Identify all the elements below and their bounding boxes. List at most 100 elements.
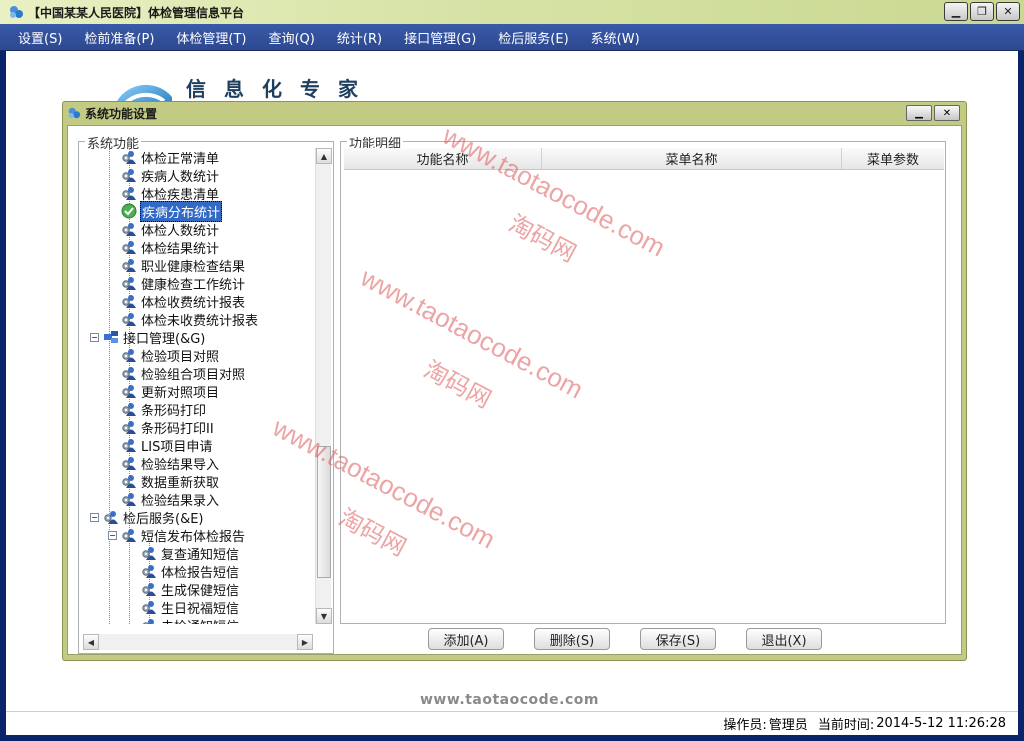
tree-node[interactable]: 检验结果录入 bbox=[121, 490, 220, 509]
tree-node[interactable]: 检验组合项目对照 bbox=[121, 364, 246, 383]
tree-node-label: 条形码打印II bbox=[141, 421, 214, 437]
dialog-body: 系统功能 体检正常清单 疾病人数统计 体检疾患清单 疾病分布统计 体检人数统计 体检结果统… bbox=[67, 125, 962, 655]
add-button[interactable]: 添加(A) bbox=[428, 628, 504, 650]
tree-node[interactable]: 生成保健短信 bbox=[141, 580, 240, 599]
close-button[interactable]: ✕ bbox=[996, 2, 1020, 21]
tree-node-label: 体检结果统计 bbox=[141, 241, 220, 257]
tree-node[interactable]: 未检通知短信 bbox=[141, 616, 240, 624]
menu-exam-management[interactable]: 体检管理(T) bbox=[176, 28, 246, 47]
system-functions-group: 系统功能 体检正常清单 疾病人数统计 体检疾患清单 疾病分布统计 体检人数统计 体检结果统… bbox=[78, 133, 334, 654]
menu-pre-exam[interactable]: 检前准备(P) bbox=[84, 28, 154, 47]
menu-system[interactable]: 系统(W) bbox=[591, 28, 640, 47]
tree-node[interactable]: 体检未收费统计报表 bbox=[121, 310, 259, 329]
gear-person-icon bbox=[122, 367, 136, 380]
statusbar: 操作员: 管理员 当前时间: 2014-5-12 11:26:28 bbox=[6, 711, 1018, 735]
window-title: 【中国某某人民医院】体检管理信息平台 bbox=[28, 5, 245, 20]
tree-node-label: 条形码打印 bbox=[141, 403, 207, 419]
tree-node[interactable]: 健康检查工作统计 bbox=[121, 274, 246, 293]
tree-node-label: 接口管理(&G) bbox=[123, 331, 206, 347]
gear-person-icon bbox=[142, 547, 156, 560]
menu-statistics[interactable]: 统计(R) bbox=[337, 28, 382, 47]
tree-node[interactable]: 条形码打印 bbox=[121, 400, 207, 419]
scroll-thumb[interactable] bbox=[317, 446, 331, 578]
column-function-name[interactable]: 功能名称 bbox=[344, 148, 542, 169]
gear-person-icon bbox=[142, 565, 156, 578]
current-time-value: 2014-5-12 11:26:28 bbox=[876, 716, 1006, 731]
details-table-header: 功能名称 菜单名称 菜单参数 bbox=[344, 148, 944, 170]
gear-person-icon bbox=[122, 421, 136, 434]
tree-node-label: 健康检查工作统计 bbox=[141, 277, 246, 293]
tree-node[interactable]: 体检人数统计 bbox=[121, 220, 220, 239]
tree-node[interactable]: 体检结果统计 bbox=[121, 238, 220, 257]
tree-node-label: LIS项目申请 bbox=[141, 439, 213, 455]
function-tree[interactable]: 体检正常清单 疾病人数统计 体检疾患清单 疾病分布统计 体检人数统计 体检结果统计职业健康… bbox=[83, 148, 313, 624]
scroll-up-icon[interactable]: ▲ bbox=[316, 148, 332, 164]
menu-post-exam-service[interactable]: 检后服务(E) bbox=[498, 28, 568, 47]
dialog-title: 系统功能设置 bbox=[85, 106, 158, 121]
tree-node-label: 职业健康检查结果 bbox=[141, 259, 246, 275]
taskbar-strip bbox=[0, 735, 1024, 741]
delete-button[interactable]: 删除(S) bbox=[534, 628, 610, 650]
gear-person-icon bbox=[122, 403, 136, 416]
gear-person-icon bbox=[122, 529, 136, 542]
tree-node-label: 体检正常清单 bbox=[141, 151, 220, 167]
menu-query[interactable]: 查询(Q) bbox=[268, 28, 314, 47]
gear-person-icon bbox=[122, 349, 136, 362]
tree-node[interactable]: 疾病人数统计 bbox=[121, 166, 220, 185]
tree-node[interactable]: 体检报告短信 bbox=[141, 562, 240, 581]
tree-node-label: 数据重新获取 bbox=[141, 475, 220, 491]
tree-vertical-scrollbar[interactable]: ▲ ▼ bbox=[315, 148, 332, 624]
tree-node[interactable]: 数据重新获取 bbox=[121, 472, 220, 491]
tree-node[interactable]: 更新对照项目 bbox=[121, 382, 220, 401]
operator-value: 管理员 bbox=[768, 718, 808, 733]
banner-slogan: 信息化专家 bbox=[186, 77, 376, 101]
column-menu-param[interactable]: 菜单参数 bbox=[842, 148, 944, 169]
save-button[interactable]: 保存(S) bbox=[640, 628, 716, 650]
dialog-minimize-button[interactable]: ▁ bbox=[906, 105, 932, 121]
tree-node[interactable]: 职业健康检查结果 bbox=[121, 256, 246, 275]
tree-node[interactable]: LIS项目申请 bbox=[121, 436, 213, 455]
current-time-label: 当前时间: bbox=[817, 718, 875, 733]
gear-person-icon bbox=[122, 385, 136, 398]
tree-node[interactable]: − 接口管理(&G) bbox=[90, 328, 206, 347]
watermark-bottom: www.taotaocode.com bbox=[420, 692, 599, 708]
gear-person-icon bbox=[122, 493, 136, 506]
tree-node-label: 疾病人数统计 bbox=[141, 169, 220, 185]
dialog-close-button[interactable]: ✕ bbox=[934, 105, 960, 121]
tree-node[interactable]: 条形码打印II bbox=[121, 418, 215, 437]
scroll-right-icon[interactable]: ▶ bbox=[297, 634, 313, 650]
tree-node-label: 更新对照项目 bbox=[141, 385, 220, 401]
dialog-app-icon bbox=[68, 107, 81, 119]
restore-button[interactable]: ❐ bbox=[970, 2, 994, 21]
column-menu-name[interactable]: 菜单名称 bbox=[542, 148, 842, 169]
tree-node[interactable]: 复查通知短信 bbox=[141, 544, 240, 563]
tree-node[interactable]: 体检正常清单 bbox=[121, 148, 220, 167]
gear-person-icon bbox=[122, 295, 136, 308]
menu-settings[interactable]: 设置(S) bbox=[18, 28, 62, 47]
tree-node[interactable]: 检验项目对照 bbox=[121, 346, 220, 365]
gear-person-icon bbox=[122, 259, 136, 272]
tree-node[interactable]: − 短信发布体检报告 bbox=[108, 526, 246, 545]
tree-node[interactable]: 体检收费统计报表 bbox=[121, 292, 246, 311]
tree-node[interactable]: 生日祝福短信 bbox=[141, 598, 240, 617]
scroll-left-icon[interactable]: ◀ bbox=[83, 634, 99, 650]
exit-button[interactable]: 退出(X) bbox=[746, 628, 822, 650]
tree-expander-icon[interactable]: − bbox=[108, 530, 117, 540]
gear-person-icon bbox=[122, 457, 136, 470]
tree-horizontal-scrollbar[interactable]: ◀ ▶ bbox=[83, 634, 313, 650]
gear-person-icon bbox=[122, 223, 136, 236]
menu-interface-management[interactable]: 接口管理(G) bbox=[404, 28, 476, 47]
tree-node[interactable]: 疾病分布统计 bbox=[121, 200, 223, 222]
tree-node[interactable]: 体检疾患清单 bbox=[121, 184, 220, 203]
tree-expander-icon[interactable]: − bbox=[90, 332, 99, 342]
tree-node[interactable]: − 检后服务(&E) bbox=[90, 508, 205, 527]
scroll-down-icon[interactable]: ▼ bbox=[316, 608, 332, 624]
gear-person-icon bbox=[122, 277, 136, 290]
tree-node-label: 体检人数统计 bbox=[141, 223, 220, 239]
tree-node[interactable]: 检验结果导入 bbox=[121, 454, 220, 473]
gear-person-icon bbox=[122, 187, 136, 200]
tree-node-label: 体检报告短信 bbox=[161, 565, 240, 581]
tree-node-label: 生日祝福短信 bbox=[161, 601, 240, 617]
tree-expander-icon[interactable]: − bbox=[90, 512, 99, 522]
minimize-button[interactable]: ▁ bbox=[944, 2, 968, 21]
